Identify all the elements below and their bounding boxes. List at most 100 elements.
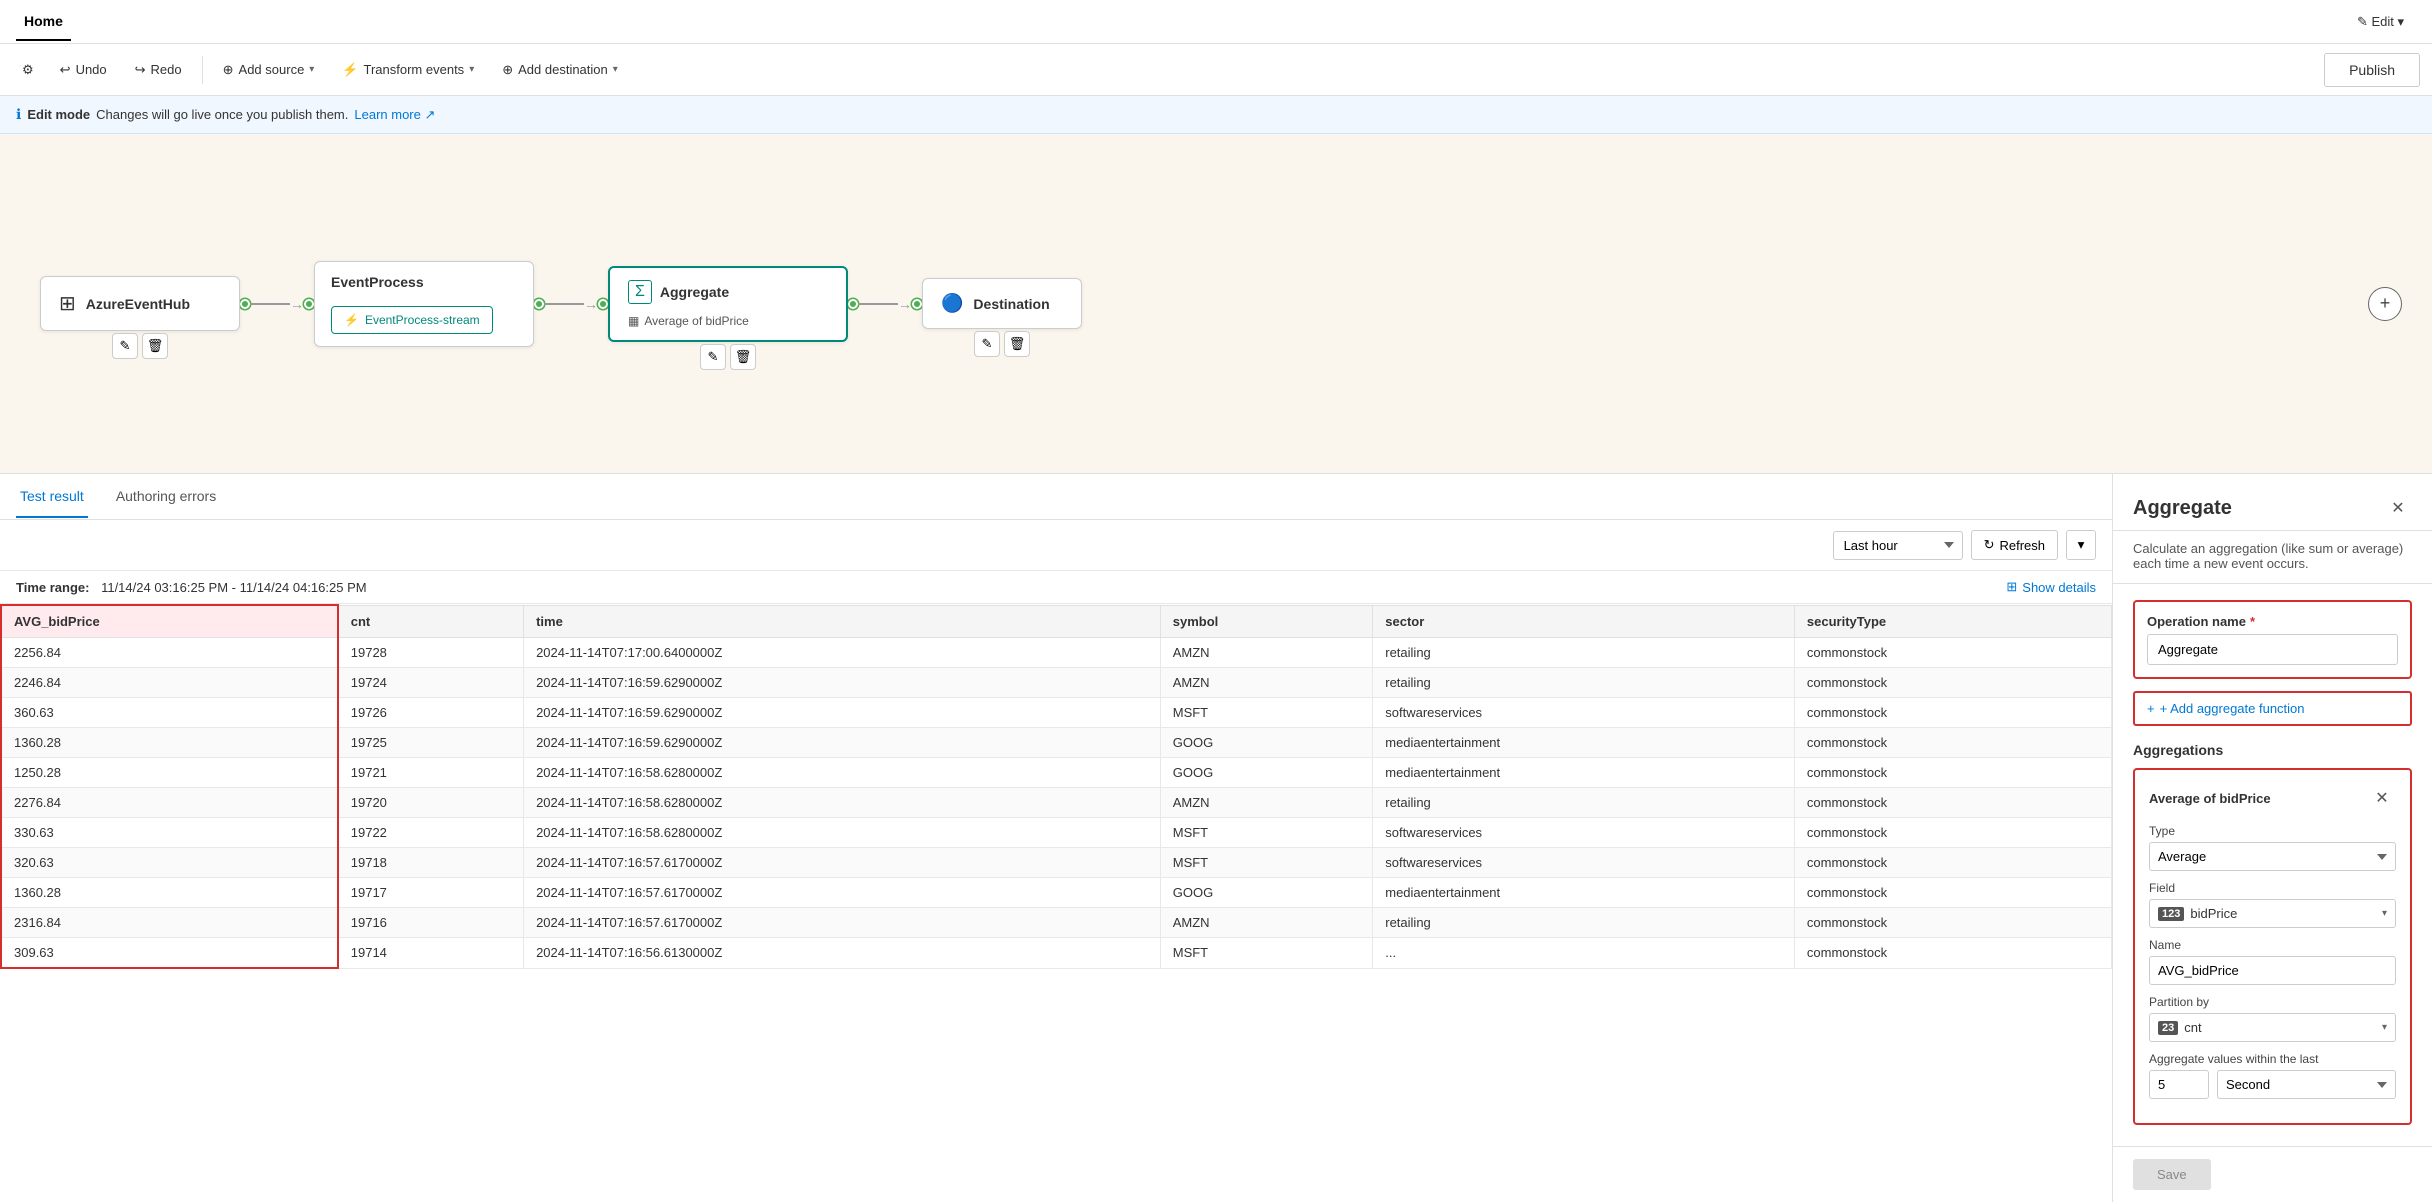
table-cell: commonstock (1794, 878, 2111, 908)
tab-test-result[interactable]: Test result (16, 476, 88, 518)
col-header-symbol: symbol (1160, 605, 1373, 638)
table-cell: 2024-11-14T07:16:57.6170000Z (524, 878, 1161, 908)
add-aggregate-plus-icon: + (2147, 701, 2155, 716)
bottom-section: Test result Authoring errors Last hour ↻… (0, 474, 2432, 1202)
table-cell: 2246.84 (1, 668, 338, 698)
add-node-button[interactable]: + (2368, 287, 2402, 321)
aggregate-node[interactable]: Σ Aggregate ▦ Average of bidPrice (608, 266, 848, 342)
destination-node[interactable]: 🔵 Destination (922, 278, 1082, 329)
table-cell: retailing (1373, 668, 1795, 698)
undo-button[interactable]: ↩ Undo (48, 56, 119, 84)
destination-edit-btn[interactable]: ✎ (974, 331, 1000, 357)
process-node[interactable]: EventProcess ⚡ EventProcess-stream (314, 261, 534, 347)
table-cell: 2024-11-14T07:16:58.6280000Z (524, 758, 1161, 788)
partition-type-icon: 23 (2158, 1021, 2178, 1035)
table-cell: 19724 (338, 668, 524, 698)
add-source-button[interactable]: ⊕ Add source ▾ (211, 56, 327, 84)
agg-within-number-input[interactable] (2149, 1070, 2209, 1099)
field-chevron-icon: ▾ (2382, 908, 2387, 919)
aggregate-delete-btn[interactable]: 🗑 (730, 344, 756, 370)
test-panel: Test result Authoring errors Last hour ↻… (0, 474, 2112, 1202)
right-panel-description: Calculate an aggregation (like sum or av… (2113, 531, 2432, 584)
edit-button[interactable]: ✎ Edit ▾ (2345, 8, 2416, 36)
connector-dot-5 (848, 299, 858, 309)
agg-partition-value: cnt (2184, 1020, 2201, 1035)
destination-node-title: Destination (973, 296, 1049, 312)
col-header-security: securityType (1794, 605, 2111, 638)
chevron-button[interactable]: ▾ (2066, 530, 2096, 560)
table-cell: mediaentertainment (1373, 758, 1795, 788)
settings-button[interactable]: ⚙ (12, 56, 44, 84)
agg-partition-select[interactable]: 23 cnt ▾ (2149, 1013, 2396, 1042)
agg-within-unit-group: Second (2217, 1070, 2396, 1099)
add-aggregate-function-button[interactable]: + + Add aggregate function (2133, 691, 2412, 726)
process-sub-node[interactable]: ⚡ EventProcess-stream (331, 306, 493, 334)
source-edit-btn[interactable]: ✎ (112, 333, 138, 359)
required-indicator: * (2250, 614, 2255, 629)
agg-field-label: Field (2149, 881, 2396, 895)
table-cell: 1250.28 (1, 758, 338, 788)
redo-button[interactable]: ↪ Redo (123, 56, 194, 84)
aggregate-node-subtitle: ▦ Average of bidPrice (628, 314, 749, 328)
source-node[interactable]: ⊞ AzureEventHub (40, 276, 240, 331)
home-tab[interactable]: Home (16, 3, 71, 41)
table-cell: ... (1373, 938, 1795, 969)
agg-within-group: Aggregate values within the last Second (2149, 1052, 2396, 1099)
tab-authoring-errors[interactable]: Authoring errors (112, 476, 220, 518)
connector-dot-2 (304, 299, 314, 309)
time-range-select[interactable]: Last hour (1833, 531, 1963, 560)
table-cell: 2024-11-14T07:16:58.6280000Z (524, 788, 1161, 818)
col-header-cnt: cnt (338, 605, 524, 638)
agg-field-value: bidPrice (2190, 906, 2237, 921)
agg-type-select[interactable]: Average (2149, 842, 2396, 871)
table-cell: 19721 (338, 758, 524, 788)
table-cell: commonstock (1794, 788, 2111, 818)
table-cell: 309.63 (1, 938, 338, 969)
destination-delete-btn[interactable]: 🗑 (1004, 331, 1030, 357)
publish-button[interactable]: Publish (2324, 53, 2420, 87)
data-table: AVG_bidPrice cnt time symbol sector secu… (0, 604, 2112, 1202)
table-cell: GOOG (1160, 758, 1373, 788)
connector-dot-3 (534, 299, 544, 309)
show-details-button[interactable]: ⊞ Show details (2006, 579, 2096, 595)
refresh-button[interactable]: ↻ Refresh (1971, 530, 2058, 560)
table-cell: commonstock (1794, 668, 2111, 698)
table-cell: commonstock (1794, 848, 2111, 878)
transform-events-button[interactable]: ⚡ Transform events ▾ (330, 56, 486, 84)
time-range-bar: Time range: 11/14/24 03:16:25 PM - 11/14… (0, 571, 2112, 604)
operation-name-input[interactable] (2147, 634, 2398, 665)
table-row: 1250.28197212024-11-14T07:16:58.6280000Z… (1, 758, 2112, 788)
source-node-actions: ✎ 🗑 (112, 333, 168, 359)
table-cell: MSFT (1160, 848, 1373, 878)
partition-chevron-icon: ▾ (2382, 1022, 2387, 1033)
add-destination-button[interactable]: ⊕ Add destination ▾ (490, 56, 630, 84)
canvas-area: ⊞ AzureEventHub ✎ 🗑 → EventProcess ⚡ Eve… (0, 134, 2432, 474)
table-cell: commonstock (1794, 908, 2111, 938)
connector-line-3 (858, 303, 898, 305)
source-delete-btn[interactable]: 🗑 (142, 333, 168, 359)
agg-name-label: Name (2149, 938, 2396, 952)
aggregate-edit-btn[interactable]: ✎ (700, 344, 726, 370)
table-cell: MSFT (1160, 938, 1373, 969)
table-icon: ▦ (628, 314, 639, 328)
agg-name-input[interactable] (2149, 956, 2396, 985)
learn-more-link[interactable]: Learn more ↗ (354, 107, 435, 123)
table-cell: 19726 (338, 698, 524, 728)
right-panel-title: Aggregate (2133, 497, 2232, 520)
table-cell: 2256.84 (1, 638, 338, 668)
table-cell: mediaentertainment (1373, 878, 1795, 908)
process-node-wrapper: EventProcess ⚡ EventProcess-stream (314, 261, 534, 347)
table-cell: 1360.28 (1, 728, 338, 758)
table-cell: 19728 (338, 638, 524, 668)
right-panel-close-btn[interactable]: ✕ (2384, 494, 2412, 522)
add-source-caret: ▾ (309, 64, 314, 75)
table-cell: commonstock (1794, 758, 2111, 788)
table-cell: 19716 (338, 908, 524, 938)
agg-type-group: Type Average (2149, 824, 2396, 871)
transform-caret: ▾ (469, 64, 474, 75)
undo-icon: ↩ (60, 62, 71, 78)
agg-field-select[interactable]: 123 bidPrice ▾ (2149, 899, 2396, 928)
table-cell: 19722 (338, 818, 524, 848)
agg-card-close-btn[interactable]: ✕ (2368, 784, 2396, 812)
agg-within-unit-select[interactable]: Second (2217, 1070, 2396, 1099)
